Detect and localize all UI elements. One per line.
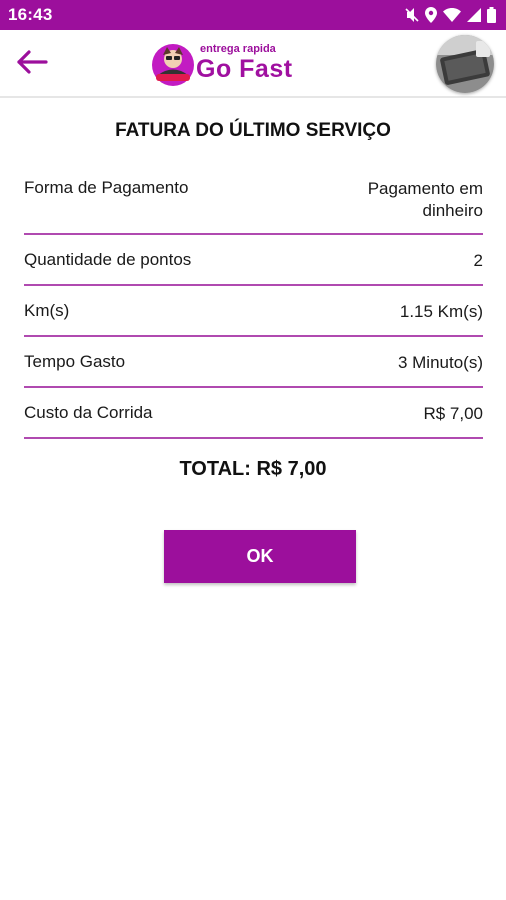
status-bar: 16:43 xyxy=(0,0,506,30)
invoice-row-ride-cost: Custo da Corrida R$ 7,00 xyxy=(24,388,483,439)
invoice-row-points: Quantidade de pontos 2 xyxy=(24,235,483,286)
invoice-row-time-spent: Tempo Gasto 3 Minuto(s) xyxy=(24,337,483,388)
row-value: 3 Minuto(s) xyxy=(397,353,483,372)
page-title: FATURA DO ÚLTIMO SERVIÇO xyxy=(115,120,391,141)
back-button[interactable] xyxy=(14,48,50,80)
logo-name: Go Fast xyxy=(196,55,293,83)
row-label: Quantidade de pontos xyxy=(24,250,192,269)
status-icons xyxy=(405,7,496,23)
row-value: 2 xyxy=(473,251,483,270)
invoice-row-payment-method: Forma de Pagamento Pagamento em dinheiro xyxy=(24,166,483,235)
row-value: R$ 7,00 xyxy=(423,404,483,423)
battery-icon xyxy=(487,7,496,23)
ok-button[interactable]: OK xyxy=(164,530,356,583)
invoice-total: TOTAL: R$ 7,00 xyxy=(179,458,327,480)
row-label: Custo da Corrida xyxy=(24,403,153,422)
invoice-row-distance: Km(s) 1.15 Km(s) xyxy=(24,286,483,337)
signal-icon xyxy=(467,8,481,22)
row-label: Km(s) xyxy=(24,301,70,320)
invoice-details: Forma de Pagamento Pagamento em dinheiro… xyxy=(24,166,483,439)
logo-mascot-icon xyxy=(150,42,196,88)
wifi-icon xyxy=(443,8,461,22)
app-header: entrega rapida Go Fast xyxy=(0,30,506,98)
logo-tagline: entrega rapida xyxy=(200,43,276,55)
row-value: 1.15 Km(s) xyxy=(399,302,483,321)
row-value-line: dinheiro xyxy=(422,201,484,220)
profile-avatar[interactable] xyxy=(436,35,494,93)
row-value-line: Pagamento em xyxy=(367,179,483,198)
row-label: Tempo Gasto xyxy=(24,352,126,371)
status-time: 16:43 xyxy=(8,5,53,24)
location-icon xyxy=(425,7,437,23)
app-logo: entrega rapida Go Fast xyxy=(150,38,293,90)
arrow-left-icon xyxy=(16,49,48,79)
row-value: Pagamento em dinheiro xyxy=(343,166,483,222)
row-label: Forma de Pagamento xyxy=(24,178,189,197)
mute-icon xyxy=(405,7,419,23)
